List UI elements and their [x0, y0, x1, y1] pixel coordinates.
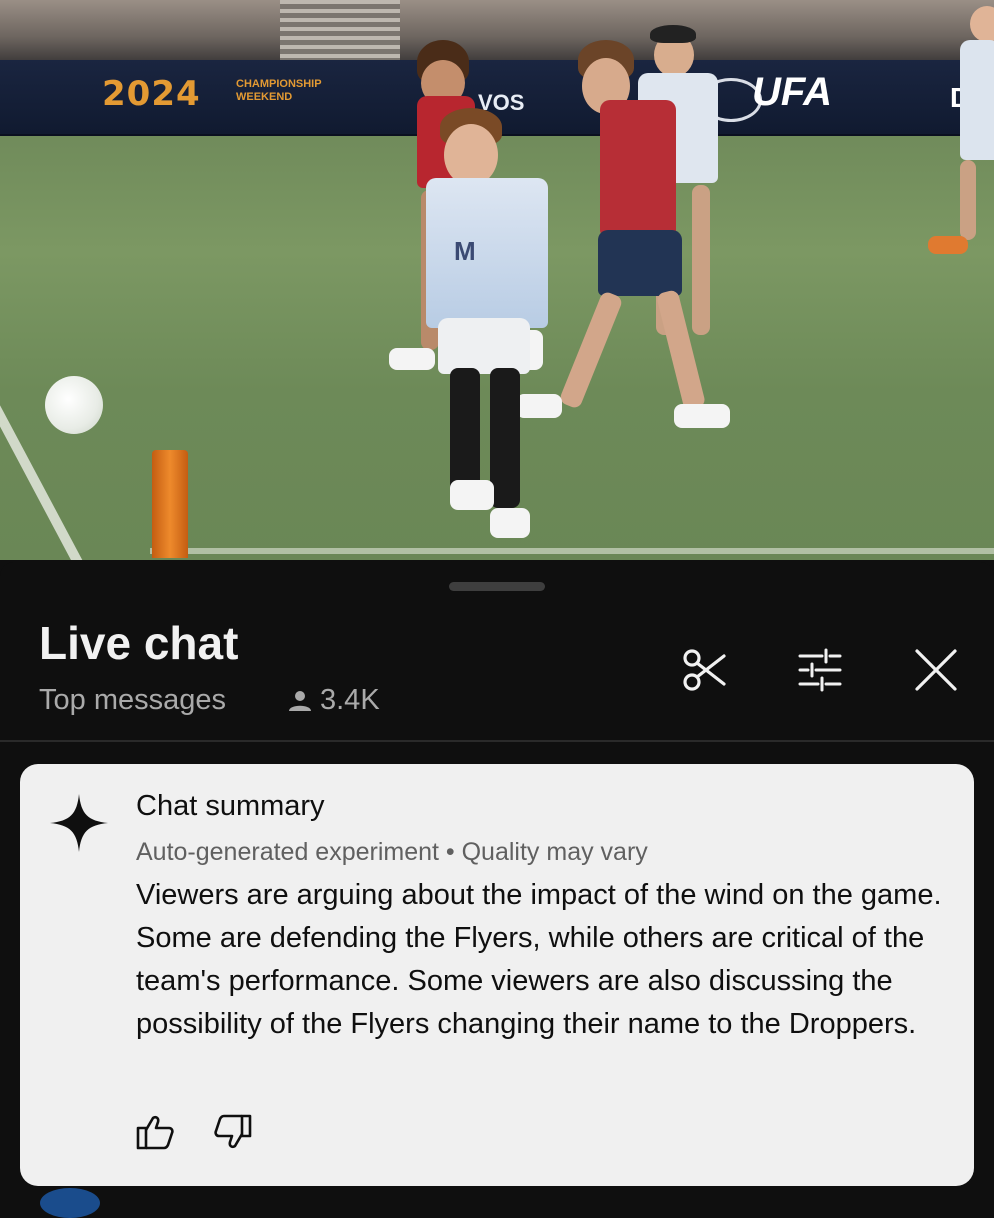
- person-icon: [289, 690, 311, 711]
- dislike-summary-button[interactable]: [212, 1112, 254, 1152]
- sliders-icon: [798, 648, 842, 692]
- live-chat-title: Live chat: [39, 617, 239, 669]
- stadium-stairs: [280, 0, 400, 62]
- chat-settings-button[interactable]: [792, 642, 848, 698]
- panel-divider: [0, 740, 994, 742]
- clip-button[interactable]: [676, 642, 732, 698]
- summary-meta: Auto-generated experiment • Quality may …: [136, 838, 648, 866]
- banner-event: CHAMPIONSHIP WEEKEND: [236, 78, 322, 103]
- player-white-front: M: [420, 108, 560, 548]
- like-summary-button[interactable]: [134, 1112, 176, 1152]
- summary-body: Viewers are arguing about the impact of …: [136, 879, 942, 1040]
- thumbs-up-icon: [136, 1115, 174, 1150]
- summary-title: Chat summary: [136, 790, 325, 822]
- close-chat-button[interactable]: [908, 642, 964, 698]
- drag-handle[interactable]: [449, 582, 545, 591]
- video-player[interactable]: 2024 CHAMPIONSHIP WEEKEND VOS UFA D: [0, 0, 994, 560]
- banner-league: UFA: [752, 70, 832, 114]
- frisbee-disc: [45, 376, 103, 434]
- viewer-count-value: 3.4K: [320, 684, 380, 716]
- banner-year: 2024: [102, 74, 201, 114]
- end-zone-cone: [152, 450, 188, 558]
- close-icon: [915, 649, 957, 691]
- scissors-icon: [683, 649, 726, 691]
- viewer-count: 3.4K: [288, 684, 380, 717]
- sparkle-icon: [48, 792, 110, 859]
- jersey-letter: M: [454, 236, 476, 266]
- chat-summary-card: Chat summary Auto-generated experiment •…: [20, 764, 974, 1186]
- next-message-avatar: [40, 1188, 100, 1218]
- top-messages-filter[interactable]: Top messages: [39, 684, 226, 717]
- field-line: [150, 548, 994, 554]
- thumbs-down-icon: [214, 1114, 252, 1149]
- field-line: [0, 330, 111, 560]
- player-white-edge: [920, 0, 994, 260]
